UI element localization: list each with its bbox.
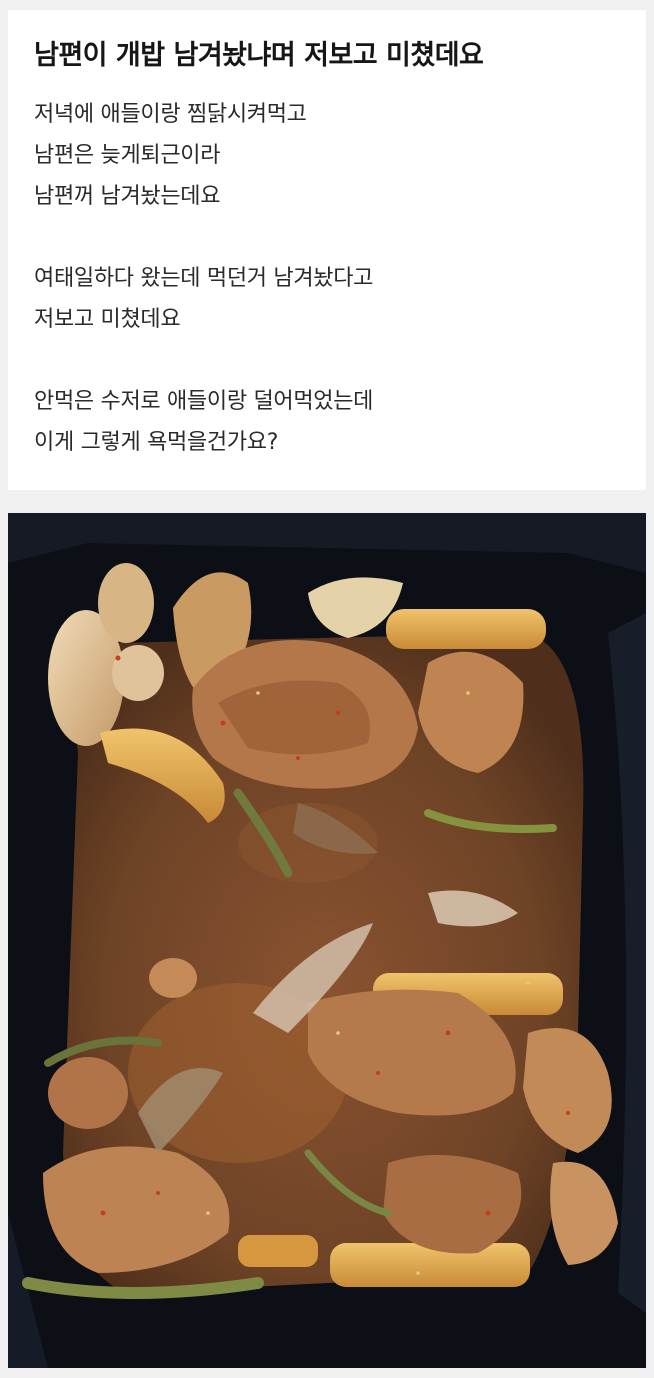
rice-cake [386, 609, 546, 649]
chicken-piece [149, 958, 197, 998]
post-line: 안먹은 수저로 애들이랑 덜어먹었는데 [34, 389, 374, 414]
post-line: 저보고 미쳤데요 [34, 307, 181, 332]
post-card: 남편이 개밥 남겨놨냐며 저보고 미쳤데요 저녁에 애들이랑 찜닭시켜먹고 남편… [8, 10, 646, 490]
post-line: 저녁에 애들이랑 찜닭시켜먹고 [34, 102, 307, 127]
post-title: 남편이 개밥 남겨놨냐며 저보고 미쳤데요 [34, 40, 484, 71]
post-body: 저녁에 애들이랑 찜닭시켜먹고 남편은 늦게퇴근이라 남편꺼 남겨놨는데요 여태… [34, 94, 620, 463]
chicken-piece [48, 1057, 128, 1129]
post-line: 남편은 늦게퇴근이라 [34, 143, 221, 168]
food-photo-illustration [8, 513, 646, 1368]
post-line: 남편꺼 남겨놨는데요 [34, 184, 221, 209]
post-line: 여태일하다 왔는데 먹던거 남겨놨다고 [34, 266, 374, 291]
food-photo [8, 513, 646, 1368]
rice-cake [330, 1243, 530, 1287]
onion-piece [112, 645, 164, 701]
rice-cake [238, 1235, 318, 1267]
onion-piece [98, 563, 154, 643]
post-line: 이게 그렇게 욕먹을건가요? [34, 430, 279, 455]
